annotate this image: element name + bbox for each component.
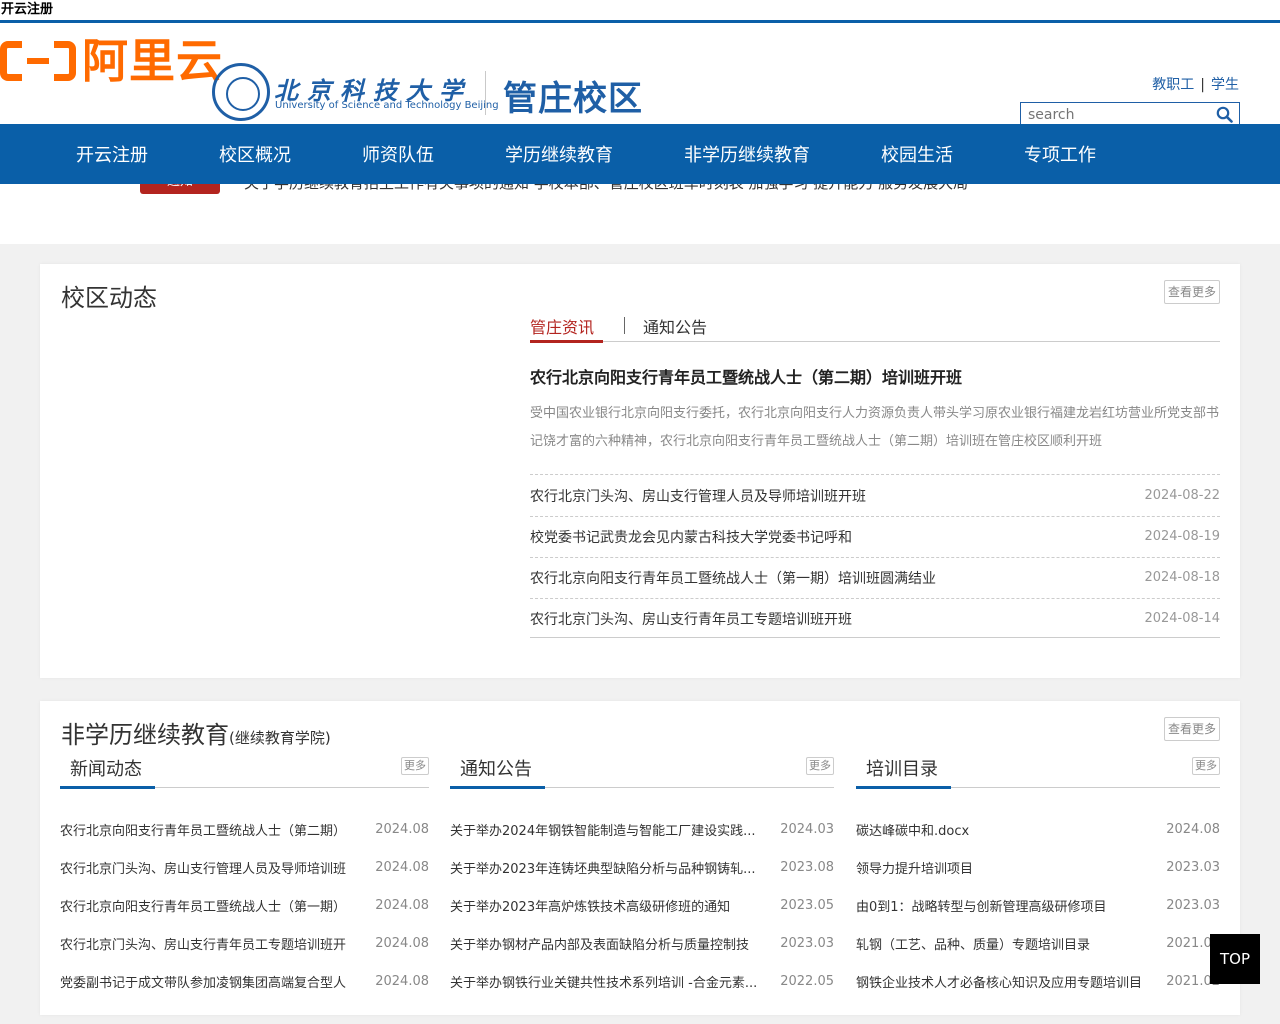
list-item-title: 农行北京门头沟、房山支行青年员工专题培训班开班 <box>530 611 852 628</box>
continuing-education-more-button[interactable]: 查看更多 <box>1164 717 1220 741</box>
headline-title[interactable]: 农行北京向阳支行青年员工暨统战人士（第二期）培训班开班 <box>530 364 962 388</box>
list-item[interactable]: 农行北京门头沟、房山支行管理人员及导师培训班开班 2024-08-22 <box>530 475 1220 516</box>
column-label[interactable]: 新闻动态 <box>70 755 142 781</box>
column-header: 通知公告 更多 <box>450 751 834 789</box>
campus-news-title: 校区动态 <box>61 284 157 312</box>
list-item[interactable]: 关于举办钢材产品内部及表面缺陷分析与质量控制技 2023.03 <box>450 924 834 962</box>
ustb-seal-icon <box>212 63 270 121</box>
aliyun-logo-text: 阿里云 <box>82 34 223 88</box>
column-underline <box>60 786 155 789</box>
back-to-top-button[interactable]: TOP <box>1210 934 1260 984</box>
column-more-button[interactable]: 更多 <box>401 757 429 775</box>
column-list: 关于举办2024年钢铁智能制造与智能工厂建设实践... 2024.03 关于举办2… <box>450 810 834 1000</box>
headline-summary: 受中国农业银行北京向阳支行委托，农行北京向阳支行人力资源负责人带头学习原农业银行… <box>530 406 1220 449</box>
search-input[interactable] <box>1021 103 1211 126</box>
list-item[interactable]: 农行北京向阳支行青年员工暨统战人士（第二期） 2024.08 <box>60 810 429 848</box>
list-item[interactable]: 农行北京向阳支行青年员工暨统战人士（第一期）培训班圆满结业 2024-08-18 <box>530 557 1220 598</box>
news-column: 新闻动态 更多 农行北京向阳支行青年员工暨统战人士（第二期） 2024.08 农行… <box>60 751 429 1000</box>
tab-separator <box>624 317 625 334</box>
list-item[interactable]: 农行北京门头沟、房山支行青年员工专题培训班开班 2024-08-14 <box>530 598 1220 639</box>
column-header: 新闻动态 更多 <box>60 751 429 789</box>
aliyun-logo[interactable]: 阿里云 <box>0 37 223 85</box>
continuing-education-subtitle: (继续教育学院) <box>229 729 331 747</box>
column-header: 培训目录 更多 <box>856 751 1220 789</box>
tab-notices[interactable]: 通知公告 <box>643 314 707 338</box>
tab-guanzhuang-news[interactable]: 管庄资讯 <box>530 314 594 338</box>
column-list: 碳达峰碳中和.docx 2024.08 领导力提升培训项目 2023.03 由0到1… <box>856 810 1220 1000</box>
list-item[interactable]: 党委副书记于成文带队参加凌钢集团高端复合型人 2024.08 <box>60 962 429 1000</box>
list-item-title: 农行北京向阳支行青年员工暨统战人士（第一期）培训班圆满结业 <box>530 570 936 587</box>
list-item-date: 2024-08-22 <box>1144 488 1220 503</box>
list-item[interactable]: 关于举办2023年连铸坯典型缺陷分析与品种钢铸轧... 2023.08 <box>450 848 834 886</box>
column-more-button[interactable]: 更多 <box>806 757 834 775</box>
nav-item-campus-life[interactable]: 校园生活 <box>881 141 953 167</box>
campus-title: 管庄校区 <box>503 79 643 119</box>
nav-item-non-degree-education[interactable]: 非学历继续教育 <box>684 141 810 167</box>
list-item[interactable]: 校党委书记武贵龙会见内蒙古科技大学党委书记呼和 2024-08-19 <box>530 516 1220 557</box>
nav-item-faculty[interactable]: 师资队伍 <box>362 141 434 167</box>
campus-news-tabs: 管庄资讯 通知公告 <box>530 314 1220 343</box>
list-item[interactable]: 农行北京门头沟、房山支行青年员工专题培训班开 2024.08 <box>60 924 429 962</box>
column-underline <box>856 786 951 789</box>
training-catalog-column: 培训目录 更多 碳达峰碳中和.docx 2024.08 领导力提升培训项目 2023… <box>856 751 1220 1000</box>
column-list: 农行北京向阳支行青年员工暨统战人士（第二期） 2024.08 农行北京门头沟、房山… <box>60 810 429 1000</box>
list-item-title: 农行北京门头沟、房山支行管理人员及导师培训班开班 <box>530 488 866 505</box>
site-header: 阿里云 北京科技大学 University of Science and Tec… <box>0 23 1280 127</box>
nav-item-overview[interactable]: 校区概况 <box>219 141 291 167</box>
notices-column: 通知公告 更多 关于举办2024年钢铁智能制造与智能工厂建设实践... 2024.… <box>450 751 834 1000</box>
ustb-name-en: University of Science and Technology Bei… <box>275 100 499 111</box>
list-item-title: 校党委书记武贵龙会见内蒙古科技大学党委书记呼和 <box>530 529 852 546</box>
list-item-date: 2024-08-19 <box>1144 529 1220 544</box>
list-item[interactable]: 轧钢（工艺、品种、质量）专题培训目录 2021.02 <box>856 924 1220 962</box>
column-underline <box>450 786 545 789</box>
nav-item-register[interactable]: 开云注册 <box>76 141 148 167</box>
list-item-date: 2024-08-14 <box>1144 611 1220 626</box>
search-icon[interactable] <box>1216 106 1233 123</box>
student-link[interactable]: 学生 <box>1211 77 1239 93</box>
nav-item-special-work[interactable]: 专项工作 <box>1024 141 1096 167</box>
link-divider: | <box>1200 77 1205 93</box>
list-item[interactable]: 碳达峰碳中和.docx 2024.08 <box>856 810 1220 848</box>
list-item[interactable]: 钢铁企业技术人才必备核心知识及应用专题培训目 2021.02 <box>856 962 1220 1000</box>
campus-news-more-button[interactable]: 查看更多 <box>1164 280 1220 304</box>
list-item[interactable]: 农行北京门头沟、房山支行管理人员及导师培训班 2024.08 <box>60 848 429 886</box>
notice-text[interactable]: 关于学历继续教育招生工作有关事项的通知 学校本部、管庄校区班车时刻表 加强学习 … <box>244 184 968 193</box>
column-label[interactable]: 培训目录 <box>866 755 938 781</box>
list-item[interactable]: 关于举办2023年高炉炼铁技术高级研修班的通知 2023.05 <box>450 886 834 924</box>
list-item-date: 2024-08-18 <box>1144 570 1220 585</box>
user-links: 教职工 | 学生 <box>1152 74 1239 94</box>
main-nav: 开云注册 校区概况 师资队伍 学历继续教育 非学历继续教育 校园生活 专项工作 <box>0 124 1280 184</box>
staff-link[interactable]: 教职工 <box>1152 77 1194 93</box>
notice-badge: 通知 <box>140 184 220 194</box>
notice-ticker: 通知 关于学历继续教育招生工作有关事项的通知 学校本部、管庄校区班车时刻表 加强… <box>0 184 1280 244</box>
logo-separator <box>485 71 486 115</box>
column-more-button[interactable]: 更多 <box>1192 757 1220 775</box>
list-item[interactable]: 农行北京向阳支行青年员工暨统战人士（第一期） 2024.08 <box>60 886 429 924</box>
continuing-education-title: 非学历继续教育(继续教育学院) <box>61 721 331 749</box>
campus-news-card: 校区动态 查看更多 管庄资讯 通知公告 农行北京向阳支行青年员工暨统战人士（第二… <box>40 264 1240 678</box>
column-label[interactable]: 通知公告 <box>460 755 532 781</box>
nav-item-degree-education[interactable]: 学历继续教育 <box>505 141 613 167</box>
aliyun-mark-icon <box>0 37 76 85</box>
list-item[interactable]: 领导力提升培训项目 2023.03 <box>856 848 1220 886</box>
list-item[interactable]: 关于举办钢铁行业关键共性技术系列培训 -合金元素... 2022.05 <box>450 962 834 1000</box>
list-item[interactable]: 由0到1：战略转型与创新管理高级研修项目 2023.03 <box>856 886 1220 924</box>
active-tab-underline <box>530 340 603 343</box>
top-label: 开云注册 <box>1 2 54 17</box>
list-bottom-border <box>530 637 1220 638</box>
continuing-education-card: 非学历继续教育(继续教育学院) 查看更多 新闻动态 更多 农行北京向阳支行青年员… <box>40 701 1240 1015</box>
list-item[interactable]: 关于举办2024年钢铁智能制造与智能工厂建设实践... 2024.03 <box>450 810 834 848</box>
